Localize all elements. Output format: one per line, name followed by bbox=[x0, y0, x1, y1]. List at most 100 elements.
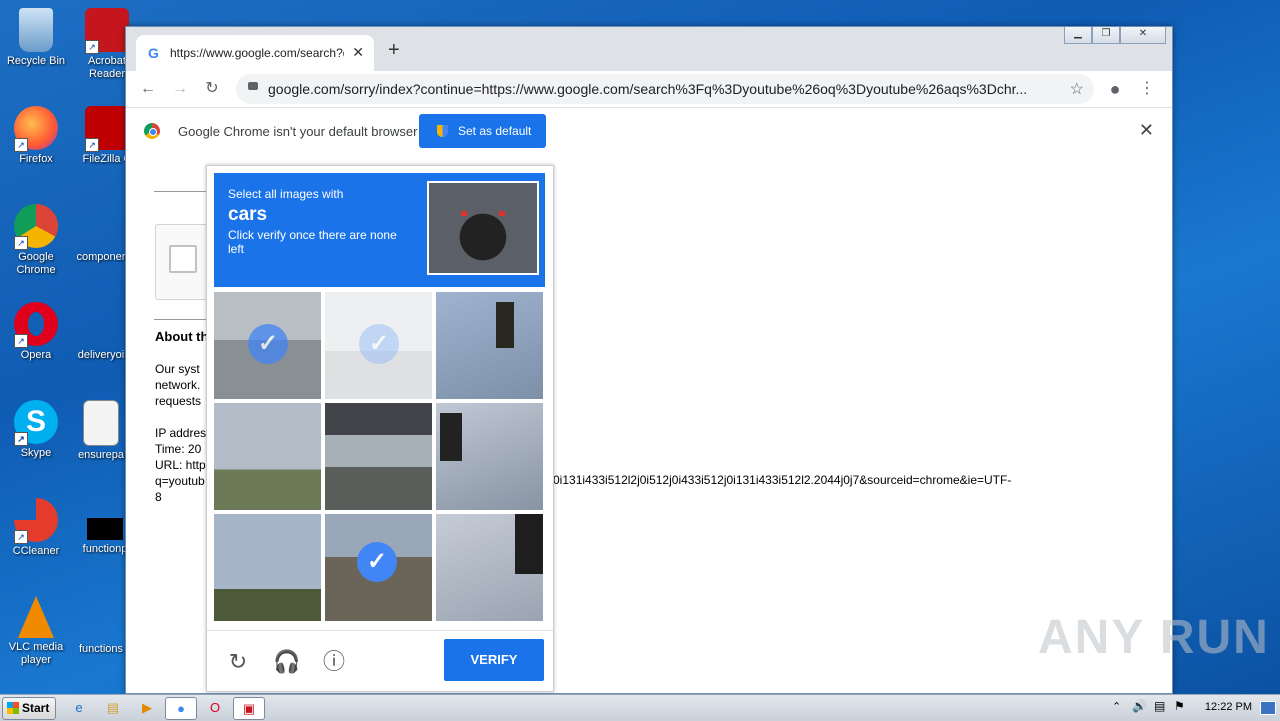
desktop-icon-label: Recycle Bin bbox=[6, 55, 66, 67]
close-window-button[interactable]: ✕ bbox=[1120, 27, 1166, 44]
uac-shield-icon bbox=[437, 125, 448, 137]
image-tile[interactable] bbox=[214, 403, 321, 510]
taskbar-media-icon[interactable]: ▶ bbox=[132, 697, 162, 718]
chrome-icon: ↗ bbox=[14, 204, 58, 250]
network-icon[interactable]: ▤ bbox=[1154, 699, 1165, 713]
image-tile[interactable]: ✓ bbox=[325, 292, 432, 399]
shortcut-arrow-icon: ↗ bbox=[85, 138, 99, 152]
maximize-button[interactable]: ❐ bbox=[1092, 27, 1120, 44]
audio-challenge-icon[interactable]: 🎧 bbox=[273, 649, 300, 675]
desktop-icon-opera[interactable]: ↗ Opera bbox=[1, 302, 71, 362]
firefox-icon: ↗ bbox=[14, 106, 58, 152]
start-label: Start bbox=[22, 701, 50, 715]
desktop-icon-vlc[interactable]: VLC media player bbox=[1, 596, 71, 667]
image-tile[interactable] bbox=[436, 292, 543, 399]
shortcut-arrow-icon: ↗ bbox=[14, 432, 28, 446]
desktop-icon-firefox[interactable]: ↗ Firefox bbox=[1, 106, 71, 166]
new-tab-button[interactable]: + bbox=[388, 39, 400, 62]
desktop-icon-label: Opera bbox=[20, 349, 52, 361]
set-as-default-button[interactable]: Set as default bbox=[419, 114, 546, 148]
ccleaner-icon: ↗ bbox=[14, 498, 58, 544]
tab-active[interactable]: G https://www.google.com/search?q= ✕ bbox=[136, 35, 374, 71]
shortcut-arrow-icon: ↗ bbox=[14, 138, 28, 152]
image-tile[interactable] bbox=[325, 403, 432, 510]
set-as-default-label: Set as default bbox=[458, 124, 532, 138]
instruction-subline: Click verify once there are none left bbox=[228, 228, 397, 256]
shortcut-arrow-icon: ↗ bbox=[14, 236, 28, 250]
chrome-logo-icon bbox=[144, 123, 160, 139]
desktop-icon-skype[interactable]: S ↗ Skype bbox=[1, 400, 71, 460]
url-text[interactable]: google.com/sorry/index?continue=https://… bbox=[268, 81, 1058, 97]
taskbar-chrome-icon[interactable]: ● bbox=[165, 697, 197, 720]
clock[interactable]: 12:22 PM bbox=[1205, 701, 1252, 713]
selected-check-icon: ✓ bbox=[357, 542, 397, 582]
traffic-light-shape bbox=[515, 514, 543, 574]
info-icon[interactable]: ⓘ bbox=[321, 649, 347, 675]
anyrun-watermark: ANY RUN bbox=[1038, 611, 1270, 664]
query-line: q=youtub bbox=[155, 474, 205, 488]
desktop-icon-ccleaner[interactable]: ↗ CCleaner bbox=[1, 498, 71, 558]
image-tile[interactable]: ✓ bbox=[325, 514, 432, 621]
taskbar-opera-icon[interactable]: O bbox=[200, 697, 230, 718]
lock-icon bbox=[248, 82, 258, 90]
tray-expand-icon[interactable]: ⌃ bbox=[1112, 700, 1121, 713]
infobar-close-icon[interactable]: ✕ bbox=[1139, 120, 1154, 141]
selected-check-icon: ✓ bbox=[359, 324, 399, 364]
volume-icon[interactable]: 🔊 bbox=[1132, 699, 1147, 713]
ip-line: IP addres bbox=[155, 426, 207, 440]
system-tray: ⌃ 🔊 ▤ ⚑ 12:22 PM bbox=[1104, 695, 1280, 721]
desktop-icon-label: Google Chrome bbox=[16, 251, 56, 276]
verify-button[interactable]: VERIFY bbox=[444, 639, 544, 681]
about-paragraph: Our syst network. requests bbox=[155, 361, 201, 409]
desktop-icon-label: ensurepa bbox=[78, 449, 124, 461]
reload-button[interactable]: ↻ bbox=[200, 77, 224, 101]
reload-challenge-icon[interactable]: ↻ bbox=[225, 649, 251, 675]
taskbar-ie-icon[interactable]: e bbox=[64, 697, 94, 718]
bookmark-star-icon[interactable]: ☆ bbox=[1070, 79, 1084, 99]
back-button[interactable]: ← bbox=[136, 77, 160, 101]
desktop-icon-chrome[interactable]: ↗ Google Chrome bbox=[1, 204, 71, 277]
action-center-flag-icon[interactable]: ⚑ bbox=[1174, 699, 1185, 713]
tab-close-icon[interactable]: ✕ bbox=[352, 44, 364, 61]
traffic-light-shape bbox=[496, 302, 514, 348]
tab-title: https://www.google.com/search?q= bbox=[170, 46, 344, 60]
desktop-icon-label: Firefox bbox=[19, 153, 53, 165]
toolbar: ← → ↻ google.com/sorry/index?continue=ht… bbox=[126, 71, 1172, 107]
taskbar-explorer-icon[interactable]: ▤ bbox=[98, 697, 128, 718]
recaptcha-checkbox[interactable] bbox=[169, 245, 197, 273]
para-line: network. bbox=[155, 378, 201, 392]
about-heading: About th bbox=[155, 329, 209, 344]
query-line-end: 8 bbox=[155, 490, 162, 504]
image-tile[interactable] bbox=[436, 514, 543, 621]
menu-kebab-icon[interactable]: ⋮ bbox=[1135, 77, 1159, 101]
image-tile[interactable] bbox=[214, 514, 321, 621]
forward-button[interactable]: → bbox=[168, 77, 192, 101]
challenge-header: Select all images with cars Click verify… bbox=[214, 173, 545, 287]
desktop-icon-recycle-bin[interactable]: Recycle Bin bbox=[1, 8, 71, 68]
target-object: cars bbox=[228, 204, 268, 225]
profile-icon[interactable]: ● bbox=[1103, 77, 1127, 101]
para-line: Our syst bbox=[155, 362, 200, 376]
example-car-image bbox=[427, 181, 539, 275]
vlc-icon bbox=[18, 596, 54, 638]
challenge-footer: ↻ 🎧 ⓘ VERIFY bbox=[207, 630, 553, 692]
taskbar-app-icon[interactable]: ▣ bbox=[233, 697, 265, 720]
desktop-icon-label: componer bbox=[76, 251, 126, 263]
address-bar[interactable]: google.com/sorry/index?continue=https://… bbox=[236, 74, 1094, 104]
desktop-icon-label: functionp bbox=[82, 543, 128, 555]
filezilla-icon: ↗ bbox=[85, 106, 129, 152]
traffic-light-shape bbox=[440, 413, 462, 461]
start-button[interactable]: Start bbox=[2, 697, 56, 720]
windows-logo-icon bbox=[7, 702, 19, 714]
minimize-button[interactable]: ▁ bbox=[1064, 27, 1092, 44]
tab-strip: G https://www.google.com/search?q= ✕ + ▁… bbox=[126, 27, 1172, 71]
show-desktop-icon[interactable] bbox=[1260, 701, 1276, 715]
image-tile[interactable]: ✓ bbox=[214, 292, 321, 399]
desktop-icon-label: deliveryoi bbox=[77, 349, 125, 361]
google-favicon-icon: G bbox=[148, 45, 159, 61]
ip-info: IP addres Time: 20 URL: http q=youtub 8 bbox=[155, 425, 206, 505]
taskbar: Start e ▤ ▶ ● O ▣ ⌃ 🔊 ▤ ⚑ 12:22 PM bbox=[0, 694, 1280, 721]
instruction-line: Select all images with bbox=[228, 187, 344, 201]
blank-file-icon bbox=[79, 314, 123, 346]
image-tile[interactable] bbox=[436, 403, 543, 510]
